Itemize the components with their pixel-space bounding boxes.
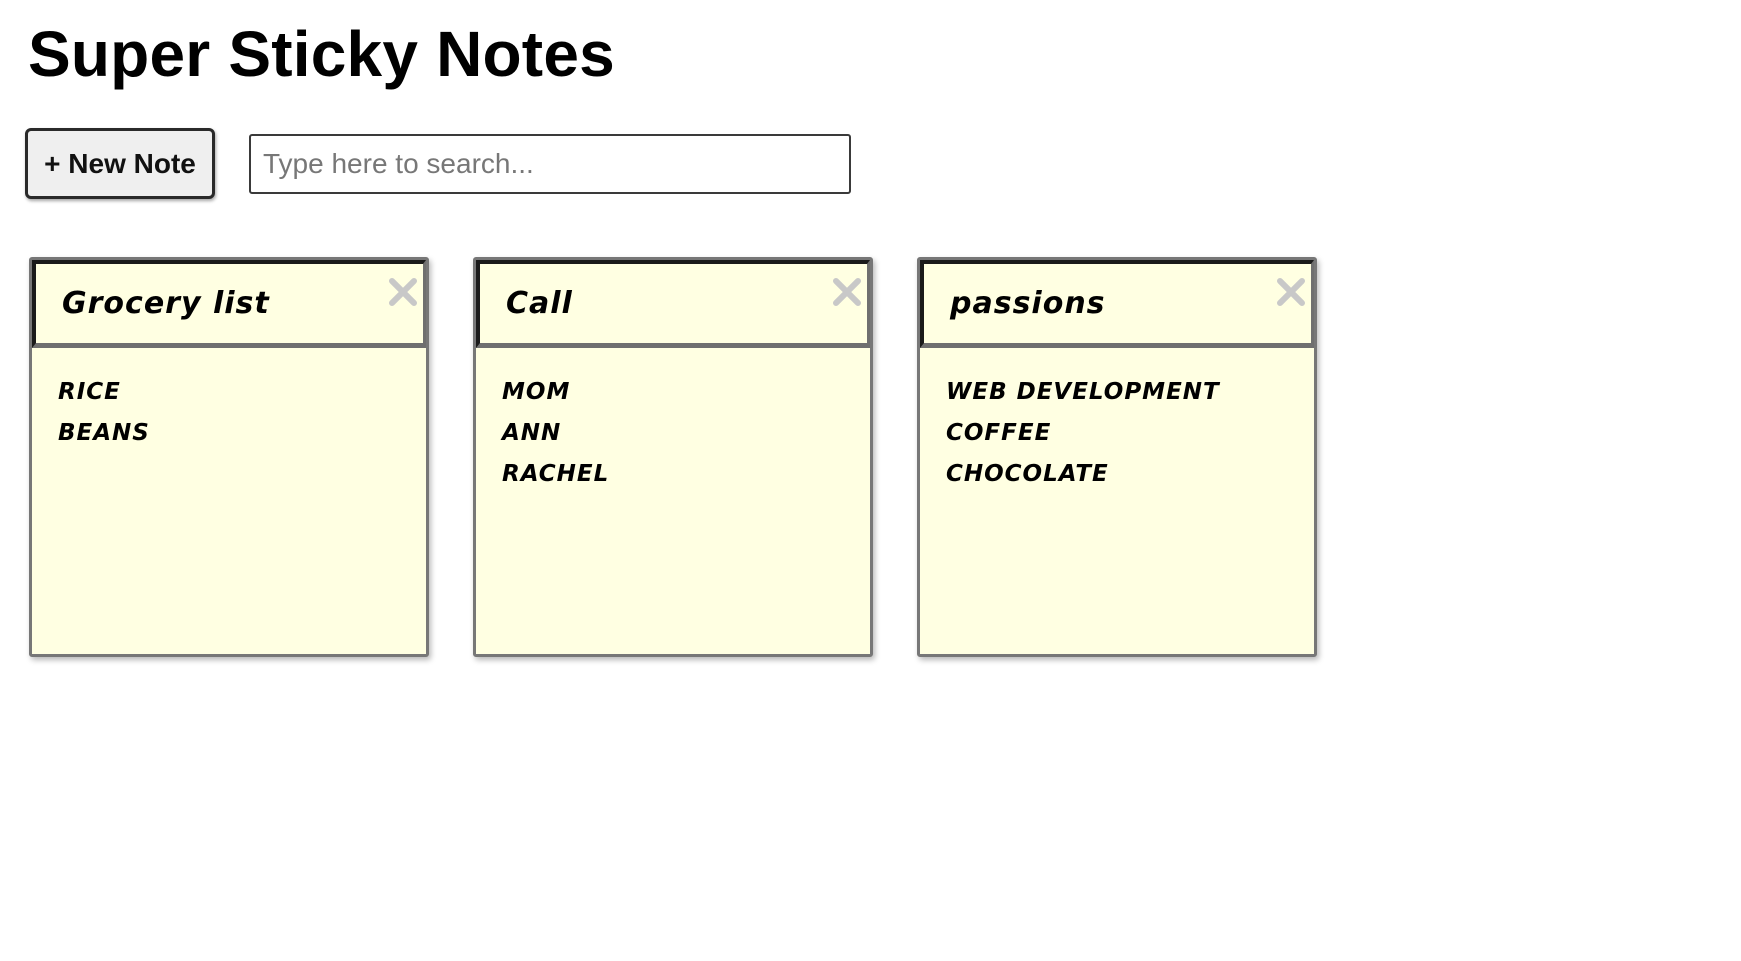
note-card: passions web development coffee chocolat…	[917, 257, 1317, 657]
note-card: Call mom ann rachel	[473, 257, 873, 657]
note-body[interactable]: mom ann rachel	[502, 372, 854, 495]
note-line: coffee	[946, 420, 1052, 446]
note-card: Grocery list rice beans	[29, 257, 429, 657]
note-title[interactable]: Call	[506, 286, 573, 321]
close-icon[interactable]	[829, 274, 865, 310]
new-note-button[interactable]: + New Note	[25, 128, 215, 199]
note-body[interactable]: web development coffee chocolate	[946, 372, 1298, 495]
note-line: mom	[502, 379, 571, 405]
page-title: Super Sticky Notes	[28, 18, 615, 90]
note-header: Call	[476, 260, 870, 348]
note-line: beans	[58, 420, 150, 446]
note-header: passions	[920, 260, 1314, 348]
note-line: web development	[946, 379, 1220, 405]
note-line: rachel	[502, 461, 610, 487]
search-input[interactable]	[249, 134, 851, 194]
note-header: Grocery list	[32, 260, 426, 348]
note-line: ann	[502, 420, 562, 446]
close-icon[interactable]	[1273, 274, 1309, 310]
note-body[interactable]: rice beans	[58, 372, 410, 454]
note-line: rice	[58, 379, 121, 405]
note-title[interactable]: Grocery list	[62, 286, 270, 321]
note-line: chocolate	[946, 461, 1109, 487]
note-title[interactable]: passions	[950, 286, 1106, 321]
close-icon[interactable]	[385, 274, 421, 310]
